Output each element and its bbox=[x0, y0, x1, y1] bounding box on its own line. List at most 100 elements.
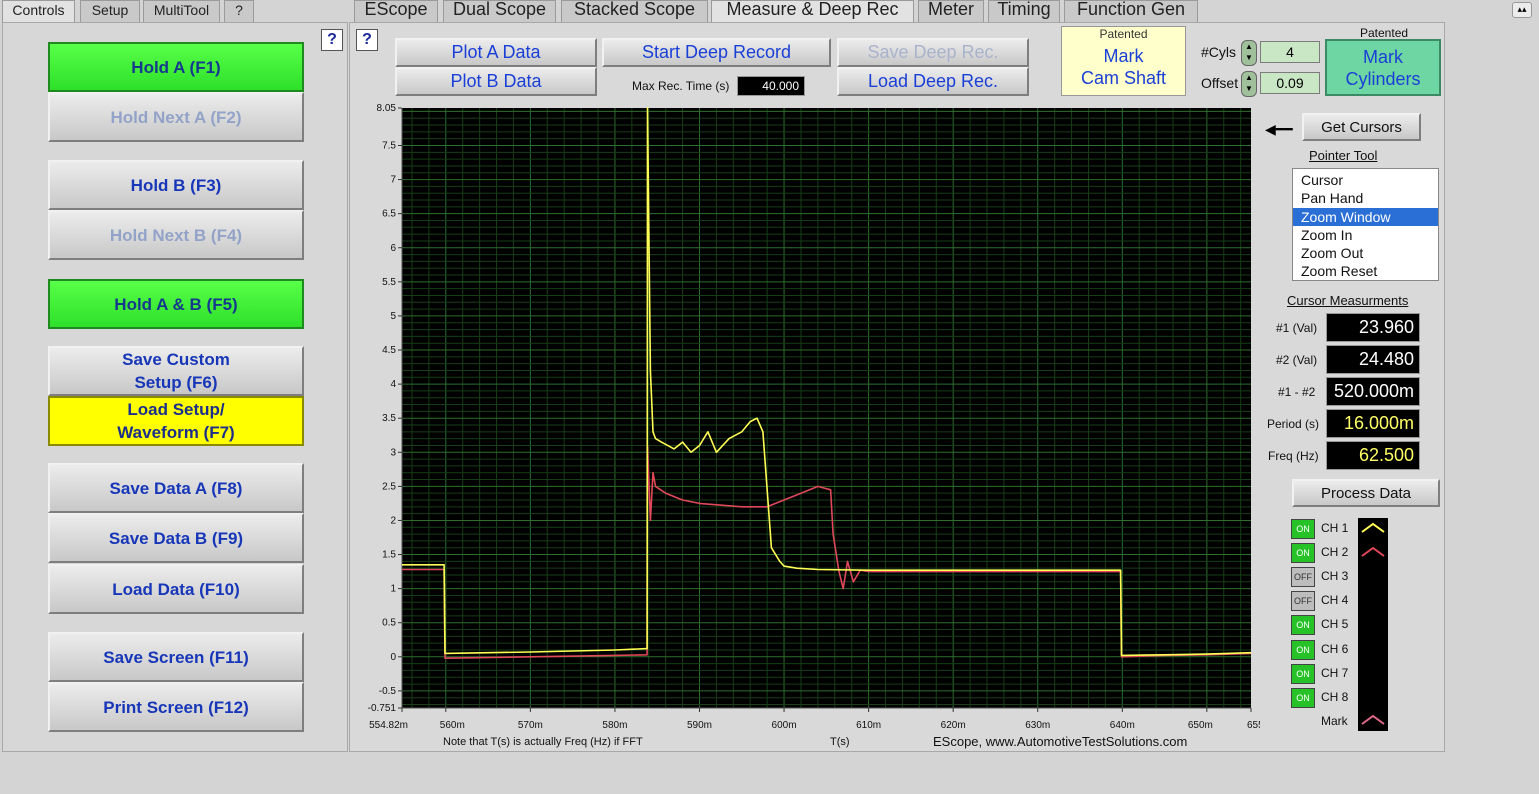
tab-help[interactable]: ? bbox=[224, 0, 254, 22]
y-tick-label: 1 bbox=[390, 584, 396, 595]
pointer-tool-list[interactable]: Cursor Pan Hand Zoom Window Zoom In Zoom… bbox=[1292, 168, 1439, 281]
tab-escope[interactable]: EScope bbox=[354, 0, 438, 22]
save-data-a-button[interactable]: Save Data A (F8) bbox=[48, 463, 304, 513]
channel-2-toggle[interactable]: ON bbox=[1291, 543, 1315, 564]
arrow-left-icon: ◀━━ bbox=[1265, 121, 1293, 137]
channel-4-label: CH 4 bbox=[1321, 593, 1349, 608]
y-tick-label: 1.5 bbox=[382, 550, 396, 561]
help-button-main[interactable]: ? bbox=[356, 29, 378, 51]
hold-b-button[interactable]: Hold B (F3) bbox=[48, 160, 304, 210]
save-custom-setup-button[interactable]: Save Custom Setup (F6) bbox=[48, 346, 304, 396]
y-tick-label: 8.05 bbox=[377, 103, 397, 114]
y-tick-label: 3 bbox=[390, 447, 396, 458]
meas-value-2: 24.480 bbox=[1326, 345, 1420, 374]
x-tick-label: 554.82m bbox=[369, 720, 408, 731]
save-deep-rec-button[interactable]: Save Deep Rec. bbox=[837, 38, 1029, 67]
x-tick-label: 655.22m bbox=[1247, 720, 1260, 731]
load-setup-line2: Waveform (F7) bbox=[117, 423, 235, 442]
ch1-marker-icon bbox=[1361, 522, 1385, 533]
y-tick-label: 0 bbox=[390, 652, 396, 663]
channel-3-toggle[interactable]: OFF bbox=[1291, 567, 1315, 588]
pointer-option-zoom-window[interactable]: Zoom Window bbox=[1293, 207, 1438, 226]
hold-next-b-button[interactable]: Hold Next B (F4) bbox=[48, 210, 304, 260]
tab-setup[interactable]: Setup bbox=[80, 0, 140, 22]
channel-1-toggle[interactable]: ON bbox=[1291, 519, 1315, 539]
mark-cam-line2: Cam Shaft bbox=[1080, 68, 1167, 88]
load-deep-rec-button[interactable]: Load Deep Rec. bbox=[837, 67, 1029, 96]
channel-7-label: CH 7 bbox=[1321, 665, 1349, 680]
channel-6-toggle[interactable]: ON bbox=[1291, 639, 1315, 660]
get-cursors-button[interactable]: Get Cursors bbox=[1302, 113, 1421, 141]
pointer-option-zoom-out[interactable]: Zoom Out bbox=[1293, 244, 1438, 262]
channel-4-toggle[interactable]: OFF bbox=[1291, 591, 1315, 612]
start-deep-record-button[interactable]: Start Deep Record bbox=[602, 38, 831, 67]
cyls-input[interactable]: 4 bbox=[1260, 41, 1320, 63]
mark-cyl-line2: Cylinders bbox=[1345, 68, 1421, 89]
offset-spinner-icon[interactable]: ▲ ▼ bbox=[1241, 71, 1257, 97]
pointer-option-zoom-reset[interactable]: Zoom Reset bbox=[1293, 262, 1438, 280]
load-setup-waveform-button[interactable]: Load Setup/ Waveform (F7) bbox=[48, 396, 304, 446]
mark-cyl-line1: Mark bbox=[1363, 46, 1403, 67]
mark-cam-line1: Mark bbox=[1103, 46, 1144, 66]
y-tick-label: 2.5 bbox=[382, 481, 396, 492]
hold-a-button[interactable]: Hold A (F1) bbox=[48, 42, 304, 92]
channel-3-label: CH 3 bbox=[1321, 569, 1349, 584]
process-data-button[interactable]: Process Data bbox=[1292, 479, 1440, 507]
channel-marker-shapes bbox=[1361, 522, 1385, 725]
tab-multitool[interactable]: MultiTool bbox=[143, 0, 220, 22]
load-data-button[interactable]: Load Data (F10) bbox=[48, 564, 304, 614]
meas-value-4: 16.000m bbox=[1326, 409, 1420, 438]
hold-next-a-button[interactable]: Hold Next A (F2) bbox=[48, 92, 304, 142]
pointer-option-pan-hand[interactable]: Pan Hand bbox=[1293, 189, 1438, 207]
print-screen-button[interactable]: Print Screen (F12) bbox=[48, 682, 304, 732]
waveform-plot[interactable]: 8.05 7.5 7 6.5 6 5.5 5 4.5 4 3.5 3 2.5 2 1.5 1 0.5 0 -0.5… bbox=[352, 100, 1260, 752]
patented-label-2: Patented bbox=[1360, 26, 1409, 40]
cyls-spinner-icon[interactable]: ▲ ▼ bbox=[1241, 40, 1257, 66]
cursor-measurements-label: Cursor Measurments bbox=[1287, 293, 1409, 308]
meas-label-2: #2 (Val) bbox=[1276, 353, 1318, 367]
x-axis-ticks: 554.82m 560m 570m 580m 590m 600m 610m 620m 630m 6… bbox=[369, 708, 1260, 731]
y-axis-ticks: 8.05 7.5 7 6.5 6 5.5 5 4.5 4 3.5 3 2.5 2 1.5 1 0.5 0 -0.5… bbox=[368, 103, 402, 714]
ch2-marker-icon bbox=[1361, 546, 1385, 557]
max-rec-time-input[interactable]: 40.000 bbox=[737, 76, 805, 96]
hold-ab-button[interactable]: Hold A & B (F5) bbox=[48, 279, 304, 329]
meas-value-3: 520.000m bbox=[1326, 377, 1420, 406]
tab-meter[interactable]: Meter bbox=[918, 0, 984, 22]
credit-text: EScope, www.AutomotiveTestSolutions.com bbox=[933, 734, 1188, 749]
y-tick-label: 4 bbox=[390, 379, 396, 390]
channel-5-toggle[interactable]: ON bbox=[1291, 615, 1315, 636]
mark-cylinders-button[interactable]: Mark Cylinders bbox=[1325, 39, 1441, 96]
x-tick-label: 650m bbox=[1188, 720, 1213, 731]
mark-marker-icon bbox=[1361, 714, 1385, 725]
mark-label: Mark bbox=[1321, 714, 1348, 728]
channel-1-label: CH 1 bbox=[1321, 521, 1349, 535]
y-tick-label: 7.5 bbox=[382, 140, 396, 151]
x-tick-label: 640m bbox=[1110, 720, 1135, 731]
channel-7-toggle[interactable]: ON bbox=[1291, 663, 1315, 684]
pointer-option-zoom-in[interactable]: Zoom In bbox=[1293, 226, 1438, 244]
offset-input[interactable]: 0.09 bbox=[1260, 72, 1320, 94]
pointer-option-cursor[interactable]: Cursor bbox=[1293, 171, 1438, 189]
plot-b-data-button[interactable]: Plot B Data bbox=[395, 67, 597, 96]
window-icon[interactable]: ▴▴ bbox=[1512, 2, 1532, 18]
x-tick-label: 610m bbox=[856, 720, 881, 731]
x-tick-label: 570m bbox=[518, 720, 543, 731]
tab-timing[interactable]: Timing bbox=[988, 0, 1060, 22]
channel-8-toggle[interactable]: ON bbox=[1291, 687, 1315, 708]
x-axis-label: T(s) bbox=[830, 736, 850, 748]
save-data-b-button[interactable]: Save Data B (F9) bbox=[48, 513, 304, 563]
x-tick-label: 620m bbox=[941, 720, 966, 731]
y-tick-label: 6.5 bbox=[382, 209, 396, 220]
mark-cam-shaft-button[interactable]: Patented Mark Cam Shaft bbox=[1061, 26, 1186, 96]
plot-a-data-button[interactable]: Plot A Data bbox=[395, 38, 597, 67]
tab-stacked-scope[interactable]: Stacked Scope bbox=[561, 0, 708, 22]
meas-label-4: Period (s) bbox=[1267, 417, 1320, 431]
help-button-left[interactable]: ? bbox=[321, 29, 343, 51]
y-tick-label: 5 bbox=[390, 311, 396, 322]
x-tick-label: 600m bbox=[772, 720, 797, 731]
tab-dual-scope[interactable]: Dual Scope bbox=[443, 0, 556, 22]
y-tick-label: 4.5 bbox=[382, 345, 396, 356]
meas-label-3: #1 - #2 bbox=[1278, 385, 1316, 399]
save-screen-button[interactable]: Save Screen (F11) bbox=[48, 632, 304, 682]
tab-function-gen[interactable]: Function Gen bbox=[1064, 0, 1198, 22]
